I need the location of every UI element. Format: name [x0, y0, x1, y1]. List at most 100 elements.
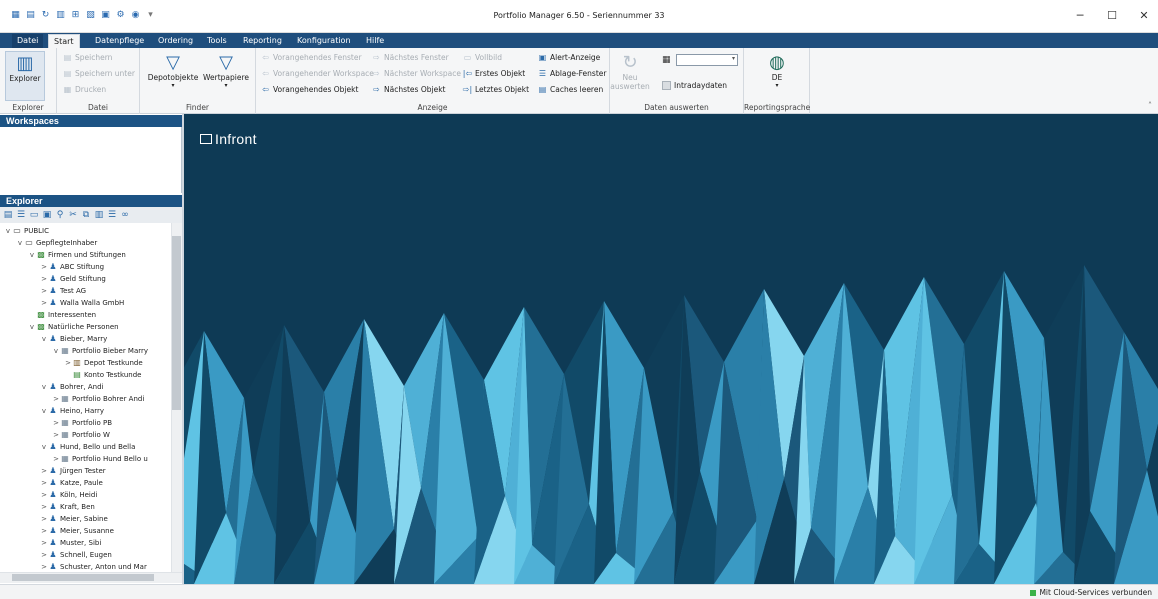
- tree-node[interactable]: > ♟ Meier, Sabine: [40, 513, 108, 525]
- chevron-right-icon[interactable]: >: [52, 393, 60, 405]
- chevron-right-icon[interactable]: >: [40, 489, 48, 501]
- maximize-button[interactable]: ☐: [1100, 7, 1124, 25]
- language-button[interactable]: ◍ DE ▾: [760, 51, 794, 90]
- paste-icon[interactable]: ▥: [94, 210, 104, 220]
- chevron-right-icon[interactable]: >: [40, 501, 48, 513]
- tree-node[interactable]: v ♟ Bohrer, Andi: [40, 381, 104, 393]
- tree-node[interactable]: v ▭ PUBLIC: [4, 225, 49, 237]
- tree-node[interactable]: > ▦ Portfolio W: [52, 429, 110, 441]
- tree-node[interactable]: > ♟ Muster, Sibi: [40, 537, 101, 549]
- list-view-icon[interactable]: ☰: [16, 210, 26, 220]
- properties-icon[interactable]: ☰: [107, 210, 117, 220]
- chevron-down-icon[interactable]: v: [28, 249, 36, 261]
- tree-scroll-thumb[interactable]: [172, 236, 181, 410]
- tree-node[interactable]: > ♟ Schuster, Anton und Mar: [40, 561, 147, 572]
- tree-node[interactable]: v ♟ Hund, Bello und Bella: [40, 441, 135, 453]
- tab-ordering[interactable]: Ordering: [153, 34, 198, 48]
- binoculars-icon[interactable]: ∞: [120, 210, 130, 220]
- tree-node[interactable]: > ♟ Jürgen Tester: [40, 465, 106, 477]
- chevron-right-icon[interactable]: >: [40, 273, 48, 285]
- minimize-button[interactable]: ─: [1068, 7, 1092, 25]
- tree-node[interactable]: v ♟ Heino, Harry: [40, 405, 104, 417]
- tree-node[interactable]: > ♟ Walla Walla GmbH: [40, 297, 124, 309]
- tree-node[interactable]: > ♟ ABC Stiftung: [40, 261, 104, 273]
- chevron-down-icon[interactable]: v: [4, 225, 12, 237]
- chevron-right-icon[interactable]: >: [52, 453, 60, 465]
- collapse-ribbon-icon[interactable]: ˄: [1148, 101, 1152, 110]
- tree-node[interactable]: > ▦ Portfolio Bohrer Andi: [52, 393, 144, 405]
- tab-datenpflege[interactable]: Datenpflege: [90, 34, 149, 48]
- chevron-right-icon[interactable]: >: [64, 357, 72, 369]
- cut-icon[interactable]: ✂: [68, 210, 78, 220]
- tab-reporting[interactable]: Reporting: [238, 34, 287, 48]
- chevron-down-icon[interactable]: v: [16, 237, 24, 249]
- alert-anzeige-button[interactable]: ▣ Alert-Anzeige: [538, 53, 601, 62]
- new-icon[interactable]: ▣: [42, 210, 52, 220]
- chevron-right-icon[interactable]: >: [52, 429, 60, 441]
- ablage-fenster-button[interactable]: ☰ Ablage-Fenster: [538, 69, 607, 78]
- chevron-right-icon[interactable]: >: [40, 537, 48, 549]
- tree-node[interactable]: > ▥ Depot Testkunde: [64, 357, 143, 369]
- search-icon[interactable]: ⚲: [55, 210, 65, 220]
- chevron-down-icon[interactable]: v: [40, 333, 48, 345]
- tree-node[interactable]: > ♟ Geld Stiftung: [40, 273, 106, 285]
- chevron-down-icon[interactable]: v: [52, 345, 60, 357]
- tree-node[interactable]: > ▦ Portfolio PB: [52, 417, 112, 429]
- tree-node[interactable]: > ♟ Kraft, Ben: [40, 501, 95, 513]
- close-button[interactable]: ✕: [1132, 7, 1156, 25]
- chevron-right-icon[interactable]: >: [40, 549, 48, 561]
- chevron-down-icon[interactable]: v: [40, 381, 48, 393]
- tree-view-icon[interactable]: ▤: [3, 210, 13, 220]
- tab-tools[interactable]: Tools: [202, 34, 232, 48]
- tree-node[interactable]: > ♟ Meier, Susanne: [40, 525, 114, 537]
- naechstes-objekt-button[interactable]: ⇨ Nächstes Objekt: [372, 85, 445, 94]
- vorangehendes-objekt-button[interactable]: ⇦ Vorangehendes Objekt: [261, 85, 358, 94]
- tree-node[interactable]: > ♟ Katze, Paule: [40, 477, 103, 489]
- tree-node[interactable]: v ▩ Natürliche Personen: [28, 321, 119, 333]
- tab-konfiguration[interactable]: Konfiguration: [292, 34, 356, 48]
- caches-leeren-button[interactable]: ▤ Caches leeren: [538, 85, 604, 94]
- tab-datei[interactable]: Datei: [12, 34, 44, 48]
- tab-start[interactable]: Start: [48, 34, 80, 48]
- tree-node[interactable]: v ▩ Firmen und Stiftungen: [28, 249, 126, 261]
- chevron-right-icon[interactable]: >: [40, 513, 48, 525]
- tree-node[interactable]: > ♟ Schnell, Eugen: [40, 549, 112, 561]
- vorangehender-workspace-button[interactable]: ⇦ Vorangehender Workspace: [261, 69, 374, 78]
- copy-icon[interactable]: ⧉: [81, 210, 91, 220]
- chevron-right-icon[interactable]: >: [40, 477, 48, 489]
- tree-node[interactable]: > ▦ Portfolio Hund Bello u: [52, 453, 148, 465]
- chevron-right-icon[interactable]: >: [40, 261, 48, 273]
- tree-node[interactable]: v ▭ GepflegteInhaber: [16, 237, 97, 249]
- intradaydaten-checkbox[interactable]: Intradaydaten: [662, 81, 727, 90]
- tree-node[interactable]: > ♟ Köln, Heidi: [40, 489, 97, 501]
- speichern-button[interactable]: ▤ Speichern: [63, 53, 113, 62]
- drucken-button[interactable]: ▦ Drucken: [63, 85, 106, 94]
- date-input[interactable]: ▾: [676, 54, 738, 66]
- naechster-workspace-button[interactable]: ⇨ Nächster Workspace: [372, 69, 461, 78]
- vorangehendes-fenster-button[interactable]: ⇦ Vorangehendes Fenster: [261, 53, 361, 62]
- vollbild-button[interactable]: ▭ Vollbild: [463, 53, 502, 62]
- chevron-right-icon[interactable]: >: [40, 465, 48, 477]
- letztes-objekt-button[interactable]: ⇨| Letztes Objekt: [463, 85, 529, 94]
- chevron-right-icon[interactable]: >: [40, 285, 48, 297]
- chevron-right-icon[interactable]: >: [40, 525, 48, 537]
- chevron-right-icon[interactable]: >: [40, 561, 48, 572]
- tree-node[interactable]: v ♟ Bieber, Marry: [40, 333, 107, 345]
- tree-node[interactable]: ▤ Konto Testkunde: [64, 369, 141, 381]
- tree-node[interactable]: ▩ Interessenten: [28, 309, 96, 321]
- chevron-down-icon[interactable]: v: [40, 405, 48, 417]
- naechstes-fenster-button[interactable]: ⇨ Nächstes Fenster: [372, 53, 449, 62]
- tree-node[interactable]: v ▦ Portfolio Bieber Marry: [52, 345, 148, 357]
- wertpapiere-button[interactable]: ▽ Wertpapiere ▾: [201, 51, 251, 90]
- tree-node[interactable]: > ♟ Test AG: [40, 285, 86, 297]
- folder-icon[interactable]: ▭: [29, 210, 39, 220]
- chevron-right-icon[interactable]: >: [40, 297, 48, 309]
- depotobjekte-button[interactable]: ▽ Depotobjekte ▾: [146, 51, 200, 90]
- neu-auswerten-button[interactable]: ↻ Neu auswerten: [610, 51, 649, 92]
- chevron-right-icon[interactable]: >: [52, 417, 60, 429]
- erstes-objekt-button[interactable]: |⇦ Erstes Objekt: [463, 69, 525, 78]
- speichern-unter-button[interactable]: ▤ Speichern unter: [63, 69, 135, 78]
- chevron-down-icon[interactable]: v: [28, 321, 36, 333]
- explorer-button[interactable]: ▥ Explorer: [5, 51, 45, 101]
- calendar-icon[interactable]: ▦: [662, 55, 671, 65]
